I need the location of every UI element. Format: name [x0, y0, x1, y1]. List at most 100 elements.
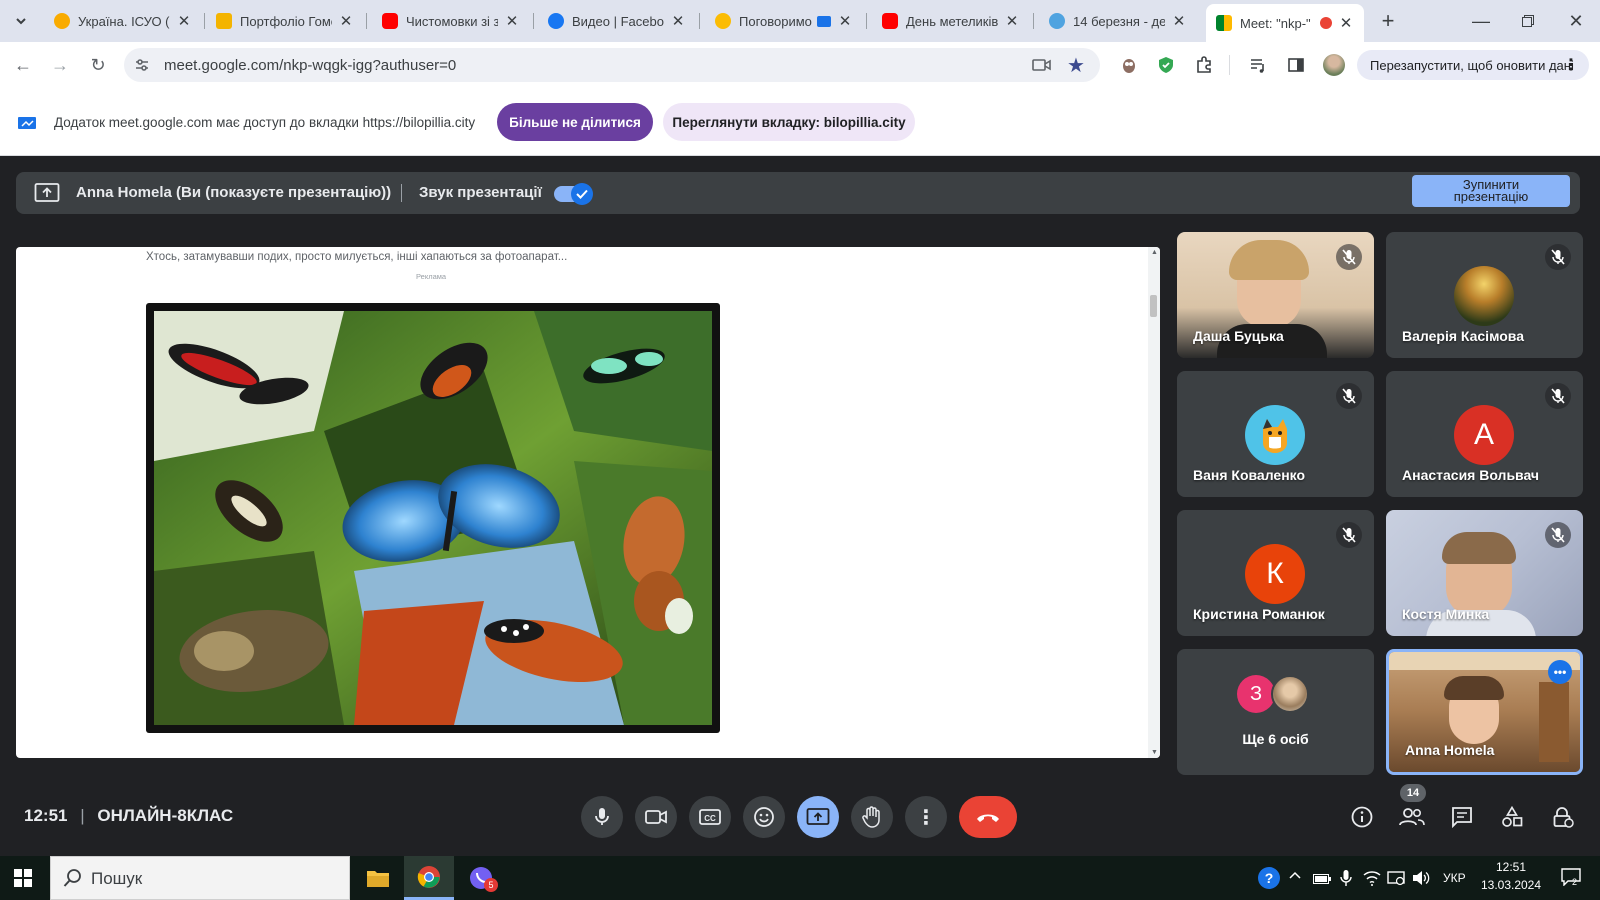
more-options-button[interactable]: ⋮	[905, 796, 947, 838]
participant-tile[interactable]: Ваня Коваленко	[1177, 371, 1374, 497]
recording-dot-icon	[1320, 17, 1332, 29]
self-options-icon[interactable]: •••	[1548, 660, 1572, 684]
microphone-button[interactable]	[581, 796, 623, 838]
profile-photo-avatar	[1271, 675, 1309, 713]
more-vert-icon[interactable]: ⋮	[1563, 55, 1579, 75]
camera-icon	[645, 810, 667, 824]
participant-tile[interactable]: Валерія Касімова	[1386, 232, 1583, 358]
tab-facebook[interactable]: Видео | Faceboo ✕	[538, 6, 696, 36]
language-indicator[interactable]: УКР	[1443, 871, 1466, 885]
back-icon[interactable]: ←	[9, 51, 37, 79]
network-icon[interactable]	[1387, 870, 1405, 891]
present-now-button[interactable]	[797, 796, 839, 838]
captions-button[interactable]: CC	[689, 796, 731, 838]
address-bar[interactable]: meet.google.com/nkp-wqgk-igg?authuser=0 …	[124, 48, 1100, 82]
presentation-audio-toggle[interactable]	[554, 183, 593, 205]
close-tab-icon[interactable]: ✕	[176, 12, 192, 30]
close-window-icon[interactable]: ✕	[1562, 7, 1590, 35]
reload-icon[interactable]: ↻	[84, 51, 112, 79]
end-call-icon	[977, 814, 999, 822]
view-shared-tab-button[interactable]: Переглянути вкладку: bilopillia.city	[663, 103, 915, 141]
close-tab-icon[interactable]: ✕	[1338, 14, 1354, 32]
tab-march-14[interactable]: 14 березня - де ✕	[1039, 6, 1197, 36]
profile-avatar[interactable]	[1320, 51, 1348, 79]
taskbar-search-box[interactable]: Пошук	[50, 856, 350, 900]
help-tray-icon[interactable]: ?	[1258, 867, 1280, 889]
restore-icon[interactable]	[1514, 7, 1542, 35]
chat-button[interactable]	[1445, 800, 1479, 834]
meeting-info-button[interactable]	[1345, 800, 1379, 834]
camera-in-use-icon[interactable]	[1032, 57, 1052, 78]
participant-tile[interactable]: К Кристина Романюк	[1177, 510, 1374, 636]
folder-icon	[367, 871, 389, 887]
emoji-icon	[754, 807, 774, 827]
close-tab-icon[interactable]: ✕	[670, 12, 686, 30]
people-button[interactable]: 14	[1395, 784, 1429, 834]
stop-sharing-button[interactable]: Більше не ділитися	[497, 103, 653, 141]
tab-search-icon[interactable]	[7, 7, 35, 35]
new-tab-icon[interactable]: +	[1374, 7, 1402, 35]
side-panel-icon[interactable]	[1282, 51, 1310, 79]
minimize-icon[interactable]: —	[1467, 7, 1495, 35]
scrollbar-thumb[interactable]	[1150, 295, 1157, 317]
file-explorer-button[interactable]	[353, 856, 403, 900]
participant-tile[interactable]: Даша Буцька	[1177, 232, 1374, 358]
tab-meet[interactable]: Meet: "nkp-" ✕	[1206, 4, 1364, 42]
media-controls-icon[interactable]	[1244, 51, 1272, 79]
start-button[interactable]	[14, 869, 32, 892]
scroll-down-icon[interactable]: ▼	[1151, 749, 1158, 756]
raise-hand-button[interactable]	[851, 796, 893, 838]
restart-to-update-button[interactable]: Перезапустити, щоб оновити дані ⋮	[1357, 50, 1589, 80]
notifications-icon[interactable]: 2	[1561, 868, 1581, 891]
viber-unread-badge: 5	[484, 878, 498, 892]
close-tab-icon[interactable]: ✕	[504, 12, 520, 30]
participant-tile[interactable]: Костя Минка	[1386, 510, 1583, 636]
taskbar-clock[interactable]: 12:51 13.03.2024	[1472, 860, 1550, 892]
stop-presenting-button[interactable]: Зупинити презентацію	[1412, 175, 1570, 207]
cat-avatar	[1245, 405, 1305, 465]
scroll-up-icon[interactable]: ▲	[1151, 249, 1158, 256]
sharing-message: Додаток meet.google.com має доступ до вк…	[54, 115, 476, 130]
microphone-tray-icon[interactable]	[1340, 869, 1352, 892]
butterfly-collage-image	[146, 303, 720, 733]
participant-tile[interactable]: А Анастасия Вольвач	[1386, 371, 1583, 497]
meeting-name: ОНЛАЙН-8КЛАС	[97, 806, 234, 825]
reactions-button[interactable]	[743, 796, 785, 838]
more-participants-label: Ще 6 осіб	[1242, 731, 1309, 747]
page-caption: Хтось, затамувавши подих, просто милуєть…	[146, 251, 568, 263]
bookmark-star-icon[interactable]: ★	[1067, 53, 1085, 78]
wifi-icon[interactable]	[1363, 870, 1381, 891]
url-text: meet.google.com/nkp-wqgk-igg?authuser=0	[164, 57, 457, 74]
activities-button[interactable]	[1495, 800, 1529, 834]
tab-butterfly-day[interactable]: День метеликів ✕	[872, 6, 1030, 36]
chrome-taskbar-button[interactable]	[404, 856, 454, 900]
extension-owl-icon[interactable]	[1115, 51, 1143, 79]
tab-pogovorymo[interactable]: Поговоримо ✕	[705, 6, 863, 36]
volume-icon[interactable]	[1412, 870, 1430, 891]
close-tab-icon[interactable]: ✕	[338, 12, 354, 30]
tab-youtube-1[interactable]: Чистомовки зі з ✕	[372, 6, 530, 36]
battery-icon[interactable]	[1313, 872, 1331, 890]
close-tab-icon[interactable]: ✕	[837, 12, 853, 30]
more-participants-tile[interactable]: З Ще 6 осіб	[1177, 649, 1374, 775]
mic-off-icon	[1336, 383, 1362, 409]
close-tab-icon[interactable]: ✕	[1171, 12, 1187, 30]
forward-icon[interactable]: →	[46, 51, 74, 79]
show-hidden-icons[interactable]	[1289, 868, 1301, 883]
close-tab-icon[interactable]: ✕	[1004, 12, 1020, 30]
slide-scrollbar[interactable]: ▲ ▼	[1148, 247, 1160, 758]
presentation-audio-label: Звук презентації	[419, 184, 542, 201]
self-tile[interactable]: ••• Anna Homela	[1386, 649, 1583, 775]
site-settings-icon[interactable]	[134, 57, 150, 78]
viber-taskbar-button[interactable]: 5	[456, 856, 506, 900]
youtube-icon	[382, 13, 398, 29]
extensions-puzzle-icon[interactable]	[1190, 51, 1218, 79]
tab-portfolio[interactable]: Портфоліо Гоме ✕	[206, 6, 364, 36]
meet-controls-bar: 12:51 | ОНЛАЙН-8КЛАС CC ⋮ 14	[0, 778, 1600, 856]
camera-button[interactable]	[635, 796, 677, 838]
adblock-shield-icon[interactable]	[1152, 51, 1180, 79]
host-controls-button[interactable]	[1546, 800, 1580, 834]
leave-call-button[interactable]	[959, 796, 1017, 838]
tab-isuo[interactable]: Україна. ІСУО (і ✕	[44, 6, 202, 36]
notifications-count-badge: 2	[1572, 877, 1578, 887]
